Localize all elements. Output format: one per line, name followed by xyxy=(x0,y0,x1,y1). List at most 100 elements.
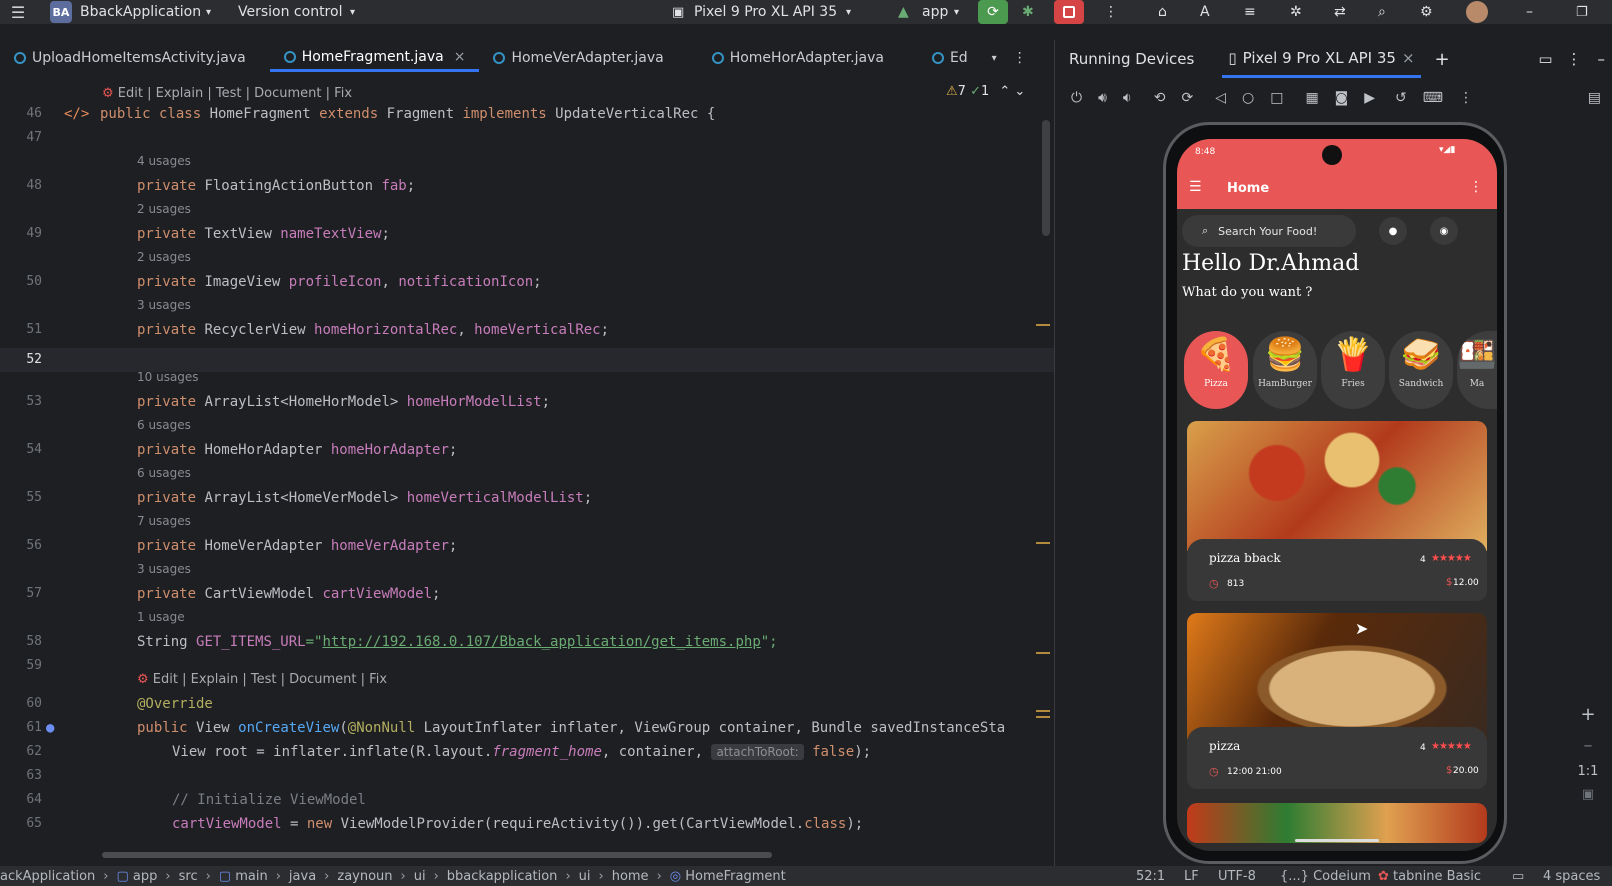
more-icon[interactable]: ⋮ xyxy=(1459,90,1473,106)
usage-hint[interactable]: 2 usages xyxy=(137,250,191,264)
volume-up-icon[interactable]: 🔊︎ xyxy=(1098,90,1107,106)
usage-hint[interactable]: 4 usages xyxy=(137,154,191,168)
search-bar[interactable]: ⌕ Search Your Food! xyxy=(1182,215,1356,247)
warning-marker[interactable] xyxy=(1036,542,1050,544)
usage-hint[interactable]: 10 usages xyxy=(137,370,199,384)
usage-hint[interactable]: 7 usages xyxy=(137,514,191,528)
search-icon[interactable]: ⌕ xyxy=(1378,4,1386,20)
back-icon[interactable]: ◁ xyxy=(1215,90,1226,106)
tab-home-hor-adapter[interactable]: HomeHorAdapter.java xyxy=(698,44,898,72)
translate-icon[interactable]: A xyxy=(1200,4,1210,20)
camera-icon[interactable]: ◙ xyxy=(1335,90,1349,106)
sync-icon[interactable]: ⇄ xyxy=(1334,4,1346,20)
more-icon[interactable]: ⋮ xyxy=(1013,50,1027,66)
more-icon[interactable]: ⋮ xyxy=(1567,50,1582,68)
project-name[interactable]: BbackApplication xyxy=(80,4,201,20)
usage-hint[interactable]: 1 usage xyxy=(137,610,185,624)
minimize-icon[interactable]: – xyxy=(1598,50,1606,68)
encoding[interactable]: UTF-8 xyxy=(1218,869,1256,884)
hamburger-menu-icon[interactable]: ☰ xyxy=(8,3,28,22)
url-link[interactable]: http://192.168.0.107/Bback_application/g… xyxy=(322,634,760,650)
codeium-status[interactable]: {...} Codeium xyxy=(1280,869,1371,884)
warning-marker[interactable] xyxy=(1036,324,1050,326)
usage-hint[interactable]: 6 usages xyxy=(137,466,191,480)
tab-home-ver-adapter[interactable]: HomeVerAdapter.java xyxy=(479,44,677,72)
usage-hint[interactable]: 6 usages xyxy=(137,418,191,432)
power-icon[interactable]: ⏻ xyxy=(1071,90,1082,106)
line-separator[interactable]: LF xyxy=(1184,869,1199,884)
tab-ed[interactable]: Ed xyxy=(918,44,982,72)
tab-upload-activity[interactable]: UploadHomeItemsActivity.java xyxy=(0,44,260,72)
warning-marker[interactable] xyxy=(1036,710,1050,718)
zoom-in-icon[interactable]: + xyxy=(1573,704,1603,725)
indent-setting[interactable]: 4 spaces xyxy=(1543,869,1600,884)
panel-icon[interactable]: ▤ xyxy=(1588,90,1601,106)
category-hamburger[interactable]: 🍔 HamBurger xyxy=(1253,331,1317,409)
emulator-screen[interactable]: 8:48 ▾◢▮ ☰ Home ⋮ ⌕ Search Your Food! ● … xyxy=(1177,139,1497,851)
rotate-right-icon[interactable]: ⟳ xyxy=(1181,90,1193,106)
vertical-scrollbar[interactable] xyxy=(1042,120,1050,236)
add-icon[interactable]: + xyxy=(1435,49,1450,70)
horizontal-scrollbar[interactable] xyxy=(102,852,772,858)
volume-down-icon[interactable]: 🔉︎ xyxy=(1123,90,1132,106)
chevron-down-icon[interactable]: ▾ xyxy=(206,7,211,18)
food-card[interactable]: pizza bback 4 ★★★★★ ◷ 813 $ 12.00 xyxy=(1187,421,1487,601)
ai-codelens[interactable]: ⚙ Edit | Explain | Test | Document | Fix xyxy=(137,672,387,687)
rotate-left-icon[interactable]: ⟲ xyxy=(1154,90,1166,106)
stop-button[interactable] xyxy=(1054,0,1084,24)
tabnine-status[interactable]: ✿ tabnine Basic xyxy=(1378,869,1481,884)
zoom-out-icon[interactable]: – xyxy=(1573,735,1603,756)
usage-hint[interactable]: 3 usages xyxy=(137,298,191,312)
fit-icon[interactable]: ▣ xyxy=(1573,787,1603,802)
avatar[interactable] xyxy=(1466,1,1488,23)
device-tab[interactable]: ▯ Pixel 9 Pro XL API 35 × xyxy=(1222,40,1421,78)
cursor-position[interactable]: 52:1 xyxy=(1136,869,1165,884)
more-icon[interactable]: ⋮ xyxy=(1104,4,1118,20)
override-icon[interactable]: ● xyxy=(46,716,54,740)
inspection-widget[interactable]: ⚠7 ✓1 ⌃ ⌄ xyxy=(946,84,1025,99)
warning-marker[interactable] xyxy=(1036,652,1050,654)
notification-icon[interactable]: ◉ xyxy=(1430,217,1458,245)
device-selector[interactable]: Pixel 9 Pro XL API 35 xyxy=(694,4,837,20)
run-config[interactable]: app xyxy=(922,4,948,20)
minimize-icon[interactable]: – xyxy=(1526,4,1533,20)
chevron-down-icon[interactable]: ▾ xyxy=(954,7,959,18)
gesture-bar[interactable] xyxy=(1295,839,1379,842)
close-icon[interactable]: × xyxy=(1402,49,1415,67)
vcs-menu[interactable]: Version control xyxy=(238,4,342,20)
home-icon[interactable]: ○ xyxy=(1242,90,1254,106)
zoom-actual[interactable]: 1:1 xyxy=(1573,764,1603,779)
record-icon[interactable]: ▶ xyxy=(1364,90,1375,106)
keyboard-icon[interactable]: ⌨ xyxy=(1423,90,1443,106)
chevron-down-icon[interactable]: ▾ xyxy=(846,7,851,18)
fold-icon[interactable]: ▦ xyxy=(1305,90,1318,106)
category-pizza[interactable]: 🍕 Pizza xyxy=(1184,331,1248,409)
profile-icon[interactable]: ● xyxy=(1379,217,1407,245)
overview-icon[interactable]: □ xyxy=(1270,90,1283,106)
ai-codelens[interactable]: ⚙ Edit | Explain | Test | Document | Fix xyxy=(102,86,352,101)
debug-icon[interactable]: ✱ xyxy=(1022,4,1034,20)
restore-icon[interactable]: ❐ xyxy=(1576,5,1588,20)
gear-icon[interactable]: ⚙ xyxy=(1420,4,1433,20)
tab-home-fragment[interactable]: HomeFragment.java × xyxy=(269,44,480,72)
usage-hint[interactable]: 3 usages xyxy=(137,562,191,576)
reset-icon[interactable]: ↺ xyxy=(1395,90,1407,106)
food-card[interactable] xyxy=(1187,803,1487,843)
tool-icon[interactable]: ≡ xyxy=(1244,4,1256,20)
category-sandwich[interactable]: 🥪 Sandwich xyxy=(1389,331,1453,409)
layout-icon[interactable]: ▭ xyxy=(1538,50,1552,68)
chevron-down-icon[interactable]: ▾ xyxy=(992,53,997,64)
rerun-button[interactable]: ⟳ xyxy=(978,0,1008,24)
category-fries[interactable]: 🍟 Fries xyxy=(1321,331,1385,409)
food-card[interactable]: pizza 4 ★★★★★ ◷ 12:00 21:00 $ 20.00 xyxy=(1187,613,1487,789)
close-icon[interactable]: × xyxy=(454,49,466,65)
usage-hint[interactable]: 2 usages xyxy=(137,202,191,216)
readonly-icon[interactable]: ▭ xyxy=(1512,869,1524,884)
menu-icon[interactable]: ☰ xyxy=(1189,179,1202,195)
bug-icon[interactable]: ✲ xyxy=(1290,4,1302,20)
code-editor[interactable]: ⚙ Edit | Explain | Test | Document | Fix… xyxy=(0,80,1054,860)
overflow-menu-icon[interactable]: ⋮ xyxy=(1469,179,1483,195)
tool-icon[interactable]: ⌂ xyxy=(1158,4,1167,20)
category-more[interactable]: 🍱 Ma xyxy=(1457,331,1497,409)
chevron-down-icon[interactable]: ▾ xyxy=(350,7,355,18)
